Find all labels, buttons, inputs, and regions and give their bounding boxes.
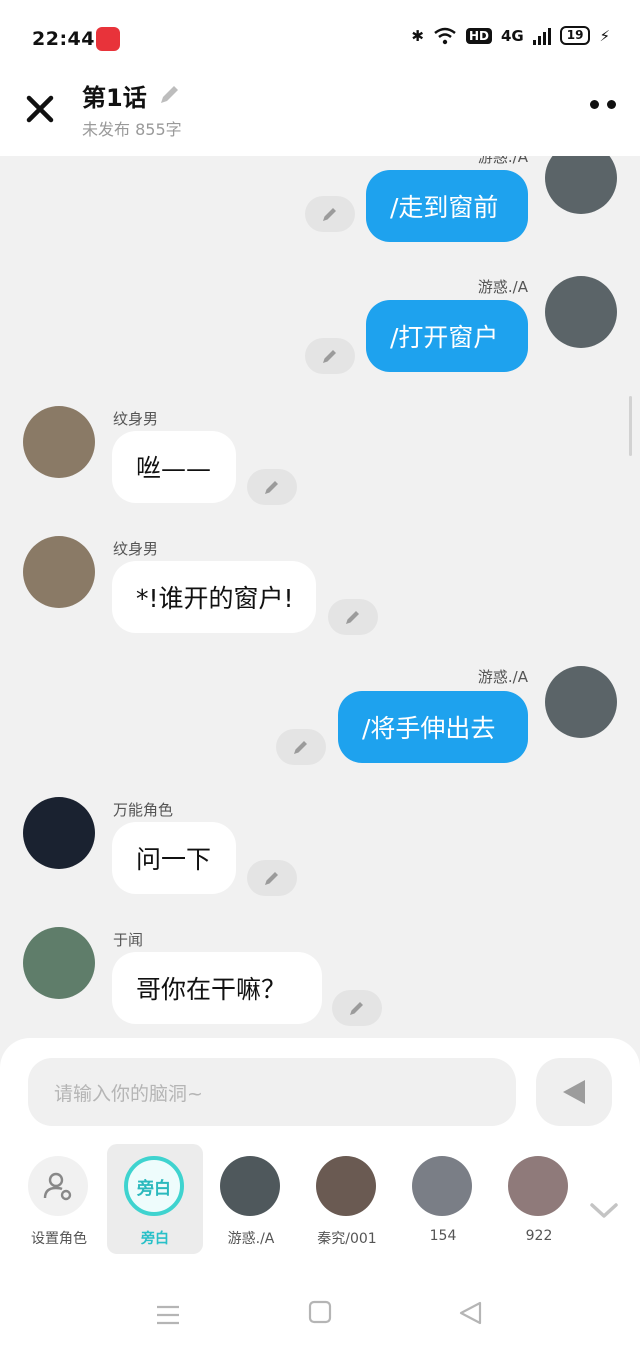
- character-label: 游惑./A: [227, 1231, 275, 1247]
- page-title: 第1话: [82, 84, 147, 112]
- character-option[interactable]: 游惑./A: [203, 1144, 299, 1254]
- battery-level: 19: [559, 26, 591, 45]
- status-icons: ✱ HD 4G 19 ⚡: [411, 26, 610, 45]
- character-selector: 设置角色 旁白 旁白 游惑./A 秦究/001 154 922: [0, 1144, 640, 1256]
- network-label: 4G: [501, 26, 524, 45]
- edit-message-button[interactable]: [332, 990, 382, 1026]
- avatar[interactable]: [23, 406, 95, 478]
- close-icon[interactable]: [24, 93, 56, 125]
- edit-message-button[interactable]: [247, 469, 297, 505]
- message-bubble[interactable]: /走到窗前: [366, 170, 528, 242]
- speaker-name: 游惑./A: [477, 278, 528, 296]
- pencil-icon: [294, 741, 307, 754]
- person-settings-icon: [43, 1172, 72, 1201]
- status-time: 22:44: [32, 28, 95, 50]
- status-bar: 22:44 ✱ HD 4G 19 ⚡: [0, 0, 640, 72]
- message-bubble[interactable]: 哥你在干嘛？: [112, 952, 322, 1024]
- narration-badge: 旁白: [124, 1156, 184, 1216]
- message-bubble[interactable]: /将手伸出去: [338, 691, 528, 763]
- avatar[interactable]: [545, 276, 617, 348]
- avatar[interactable]: [545, 666, 617, 738]
- chat-area[interactable]: 游惑./A /走到窗前 游惑./A /打开窗户 纹身男 咝—— 纹身男 *!谁开…: [0, 156, 640, 1040]
- bluetooth-icon: ✱: [411, 26, 424, 45]
- edit-message-button[interactable]: [328, 599, 378, 635]
- home-icon[interactable]: [308, 1300, 332, 1324]
- speaker-name: 纹身男: [113, 540, 159, 558]
- character-label: 秦究/001: [317, 1231, 377, 1247]
- message-bubble[interactable]: 问一下: [112, 822, 236, 894]
- speaker-name: 于闻: [113, 931, 144, 949]
- avatar: [508, 1156, 568, 1216]
- system-nav-bar: [0, 1280, 640, 1351]
- message-bubble[interactable]: /打开窗户: [366, 300, 528, 372]
- avatar[interactable]: [23, 536, 95, 608]
- publish-status: 未发布 855字: [82, 120, 182, 139]
- speaker-name: 万能角色: [113, 801, 174, 819]
- pencil-icon: [323, 208, 336, 221]
- character-label: 154: [429, 1228, 457, 1244]
- avatar[interactable]: [23, 927, 95, 999]
- send-button[interactable]: [536, 1058, 612, 1126]
- send-icon: [563, 1080, 585, 1104]
- hd-icon: HD: [465, 27, 492, 44]
- edit-message-button[interactable]: [305, 338, 355, 374]
- edit-message-button[interactable]: [305, 196, 355, 232]
- message-bubble[interactable]: *!谁开的窗户!: [112, 561, 316, 633]
- message-input[interactable]: 请输入你的脑洞~: [28, 1058, 516, 1126]
- character-label: 922: [525, 1228, 553, 1244]
- character-option[interactable]: 922: [491, 1144, 587, 1254]
- pencil-icon: [346, 611, 359, 624]
- pencil-icon: [265, 481, 278, 494]
- character-label: 旁白: [141, 1231, 169, 1247]
- set-role-button[interactable]: 设置角色: [11, 1144, 107, 1254]
- avatar[interactable]: [545, 156, 617, 214]
- pencil-icon: [350, 1002, 363, 1015]
- character-narration[interactable]: 旁白 旁白: [107, 1144, 203, 1254]
- edit-title-icon[interactable]: [156, 82, 182, 108]
- menu-icon[interactable]: [155, 1302, 181, 1328]
- wifi-icon: [434, 27, 456, 44]
- edit-message-button[interactable]: [247, 860, 297, 896]
- avatar: [412, 1156, 472, 1216]
- app-notification-icon: [96, 27, 120, 51]
- character-label: 设置角色: [31, 1231, 87, 1247]
- avatar[interactable]: [23, 797, 95, 869]
- character-option[interactable]: 秦究/001: [299, 1144, 395, 1254]
- edit-message-button[interactable]: [276, 729, 326, 765]
- avatar: [316, 1156, 376, 1216]
- scrollbar[interactable]: [629, 396, 632, 456]
- speaker-name: 游惑./A: [477, 668, 528, 686]
- chevron-down-icon[interactable]: [588, 1194, 620, 1226]
- avatar: [220, 1156, 280, 1216]
- pencil-icon: [323, 350, 336, 363]
- character-option[interactable]: 154: [395, 1144, 491, 1254]
- signal-icon: [532, 27, 551, 45]
- charging-icon: ⚡: [599, 26, 610, 45]
- speaker-name: 纹身男: [113, 410, 159, 428]
- pencil-icon: [265, 872, 278, 885]
- more-icon[interactable]: [590, 100, 616, 109]
- message-bubble[interactable]: 咝——: [112, 431, 236, 503]
- set-role-circle: [28, 1156, 88, 1216]
- back-icon[interactable]: [458, 1300, 484, 1326]
- speaker-name: 游惑./A: [477, 156, 528, 166]
- header: 第1话 未发布 855字: [0, 72, 640, 156]
